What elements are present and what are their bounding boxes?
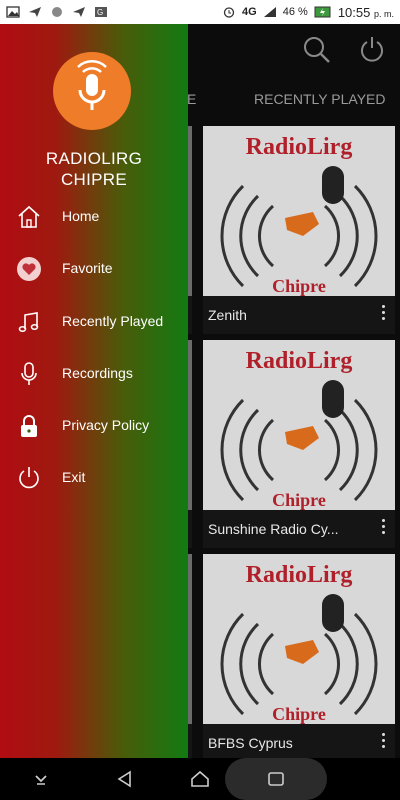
more-icon[interactable]	[379, 733, 387, 753]
microphone-icon	[21, 362, 37, 385]
menu-item-home[interactable]: Home	[0, 195, 188, 239]
menu-item-favorite[interactable]: Favorite	[0, 247, 188, 291]
menu-item-privacy-policy[interactable]: Privacy Policy	[0, 404, 188, 448]
lock-icon	[21, 415, 37, 437]
music-note-icon	[18, 312, 39, 333]
station-card[interactable]: RadioLirg Chipre BFBS Cyprus	[203, 554, 395, 762]
recents-icon	[268, 772, 284, 786]
station-art: RadioLirg Chipre	[203, 126, 395, 296]
svg-text:RadioLirg: RadioLirg	[246, 562, 353, 588]
back-icon[interactable]	[116, 770, 134, 788]
battery-charging-icon	[314, 6, 331, 18]
chevron-down-icon[interactable]	[34, 773, 48, 785]
battery-percent: 46 %	[282, 6, 308, 18]
circle-icon	[52, 7, 62, 17]
svg-text:RadioLirg: RadioLirg	[246, 348, 353, 374]
menu-label: Privacy Policy	[62, 417, 150, 433]
network-type: 4G	[242, 6, 257, 18]
svg-text:Chipre: Chipre	[272, 704, 326, 724]
svg-text:RadioLirg: RadioLirg	[246, 134, 353, 160]
station-name: BFBS Cyprus	[208, 735, 293, 751]
status-bar: G 4G 46 % 10:55 p. m.	[0, 0, 400, 24]
home-icon[interactable]	[190, 770, 210, 788]
signal-icon	[263, 7, 276, 17]
power-icon	[19, 467, 39, 489]
image-icon	[6, 6, 20, 18]
svg-text:Chipre: Chipre	[272, 490, 326, 510]
more-icon[interactable]	[379, 519, 387, 539]
menu-label: Recently Played	[62, 313, 164, 329]
tab-recently-played[interactable]: RECENTLY PLAYED	[254, 91, 386, 107]
send-icon	[29, 7, 41, 17]
send-icon	[73, 7, 85, 17]
clock: 10:55 p. m.	[337, 4, 394, 20]
menu-label: Recordings	[62, 365, 133, 381]
microphone-icon	[77, 60, 107, 110]
power-icon[interactable]	[358, 35, 386, 63]
heart-icon	[17, 257, 41, 281]
system-nav-bar	[0, 758, 400, 800]
menu-label: Favorite	[62, 260, 113, 276]
home-icon	[18, 205, 40, 228]
menu-item-recordings[interactable]: Recordings	[0, 352, 188, 396]
station-card[interactable]: RadioLirg Chipre Sunshine Radio Cy...	[203, 340, 395, 548]
menu-label: Exit	[62, 469, 86, 485]
menu-item-exit[interactable]: Exit	[0, 456, 188, 500]
app-logo	[53, 52, 131, 130]
recents-button[interactable]	[225, 758, 327, 800]
menu-label: Home	[62, 208, 100, 224]
more-icon[interactable]	[379, 305, 387, 325]
station-art: RadioLirg Chipre	[203, 340, 395, 510]
station-name: Zenith	[208, 307, 247, 323]
app-title: RADIOLIRG CHIPRE	[45, 149, 143, 189]
tab-partial[interactable]: E	[187, 91, 196, 107]
translate-icon: G	[95, 7, 107, 17]
search-icon[interactable]	[303, 36, 331, 64]
alarm-icon	[223, 7, 235, 18]
svg-text:Chipre: Chipre	[272, 276, 326, 296]
station-art: RadioLirg Chipre	[203, 554, 395, 724]
station-card[interactable]: RadioLirg Chipre Zenith	[203, 126, 395, 334]
svg-text:G: G	[97, 8, 103, 17]
station-name: Sunshine Radio Cy...	[208, 521, 339, 537]
menu-item-recently-played[interactable]: Recently Played	[0, 300, 188, 344]
navigation-drawer: RADIOLIRG CHIPRE Home Favorite Recently …	[0, 24, 188, 758]
